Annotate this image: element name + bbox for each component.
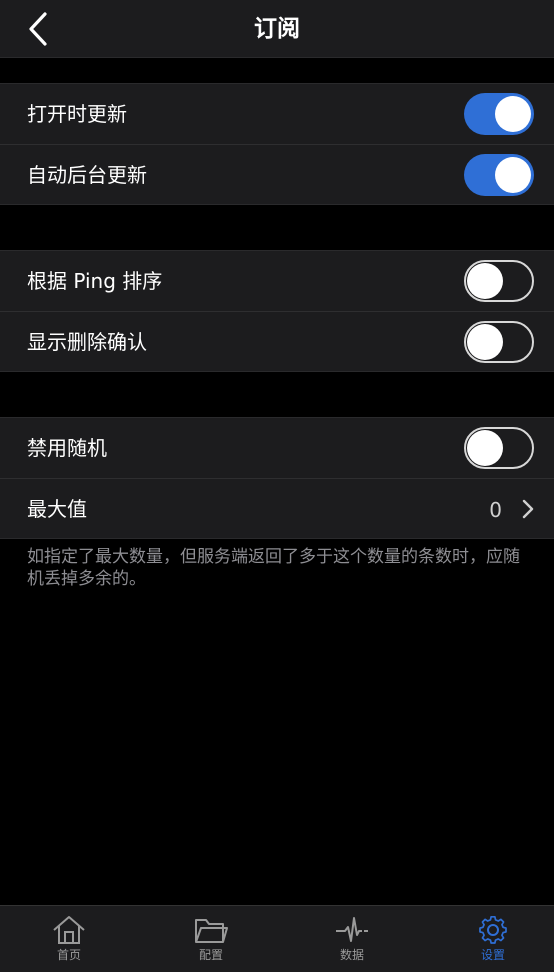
sort-by-ping-toggle[interactable] — [464, 260, 534, 302]
tab-label: 配置 — [198, 948, 223, 962]
toggle-knob — [495, 157, 531, 193]
row-label: 自动后台更新 — [27, 163, 147, 187]
tab-label: 数据 — [339, 948, 364, 962]
max-value-footnote: 如指定了最大数量，但服务端返回了多于这个数量的条数时，应随机丢掉多余的。 — [27, 547, 520, 589]
folder-icon — [195, 919, 228, 943]
chevron-right-icon — [522, 499, 534, 519]
navigation-bar: 订阅 — [0, 0, 554, 58]
row-label: 根据 Ping 排序 — [27, 269, 163, 293]
home-icon — [53, 916, 85, 944]
row-sort-by-ping: 根据 Ping 排序 — [0, 251, 554, 311]
settings-group-update: 打开时更新 自动后台更新 — [0, 83, 554, 205]
tab-config[interactable]: 配置 — [171, 906, 251, 972]
page-title: 订阅 — [254, 16, 300, 42]
row-label: 禁用随机 — [27, 436, 107, 460]
toggle-knob — [467, 324, 503, 360]
settings-group-random: 禁用随机 最大值 0 — [0, 417, 554, 539]
gear-icon — [479, 915, 507, 944]
toggle-knob — [467, 263, 503, 299]
disable-random-toggle[interactable] — [464, 427, 534, 469]
row-label: 最大值 — [27, 497, 87, 521]
max-value: 0 — [489, 498, 502, 522]
row-disable-random: 禁用随机 — [0, 418, 554, 478]
tab-label: 首页 — [56, 948, 81, 962]
toggle-knob — [467, 430, 503, 466]
settings-group-sort: 根据 Ping 排序 显示删除确认 — [0, 250, 554, 372]
toggle-knob — [495, 96, 531, 132]
activity-icon — [336, 917, 368, 942]
row-update-on-open: 打开时更新 — [0, 84, 554, 144]
show-delete-confirm-toggle[interactable] — [464, 321, 534, 363]
row-label: 显示删除确认 — [27, 330, 147, 354]
auto-background-update-toggle[interactable] — [464, 154, 534, 196]
tab-label: 设置 — [480, 948, 505, 962]
tab-settings[interactable]: 设置 — [453, 906, 533, 972]
tab-home[interactable]: 首页 — [29, 906, 109, 972]
update-on-open-toggle[interactable] — [464, 93, 534, 135]
row-max-value[interactable]: 最大值 0 — [0, 478, 554, 538]
tab-data[interactable]: 数据 — [312, 906, 392, 972]
row-auto-background-update: 自动后台更新 — [0, 144, 554, 204]
row-show-delete-confirm: 显示删除确认 — [0, 311, 554, 371]
row-label: 打开时更新 — [27, 102, 127, 126]
tab-bar: 首页 配置 数据 设置 — [0, 905, 554, 972]
